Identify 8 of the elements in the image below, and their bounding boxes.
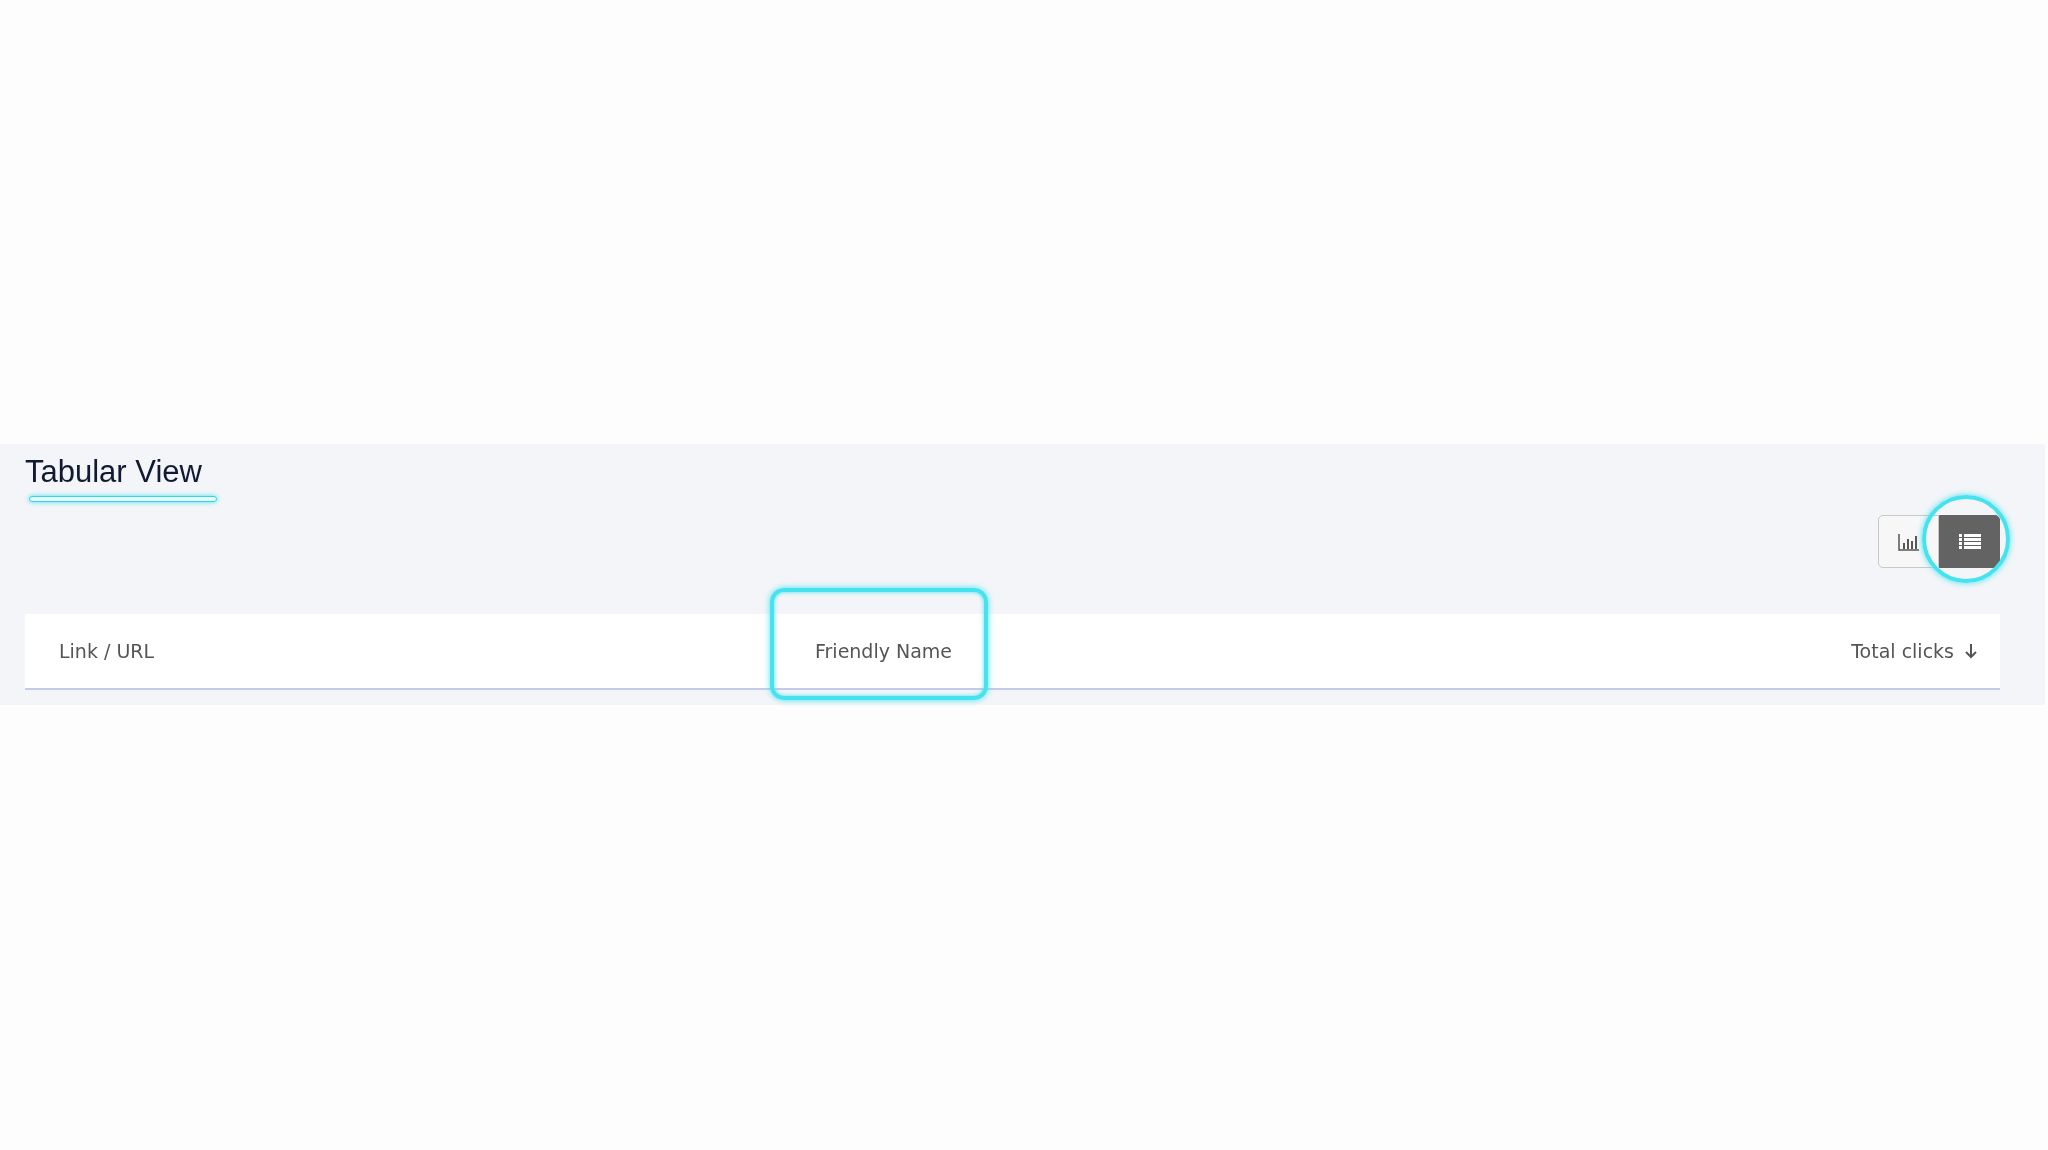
column-header[interactable]: Link / URL (59, 640, 155, 662)
list-icon (1958, 532, 1981, 551)
column-header[interactable]: Friendly Name (815, 640, 953, 662)
section-title: Tabular View (25, 454, 203, 490)
bar-chart-icon (1897, 532, 1920, 551)
list-view-button[interactable] (1939, 515, 2000, 568)
column-header[interactable]: Total clicks (1851, 640, 1954, 662)
chart-view-button[interactable] (1878, 515, 1939, 568)
